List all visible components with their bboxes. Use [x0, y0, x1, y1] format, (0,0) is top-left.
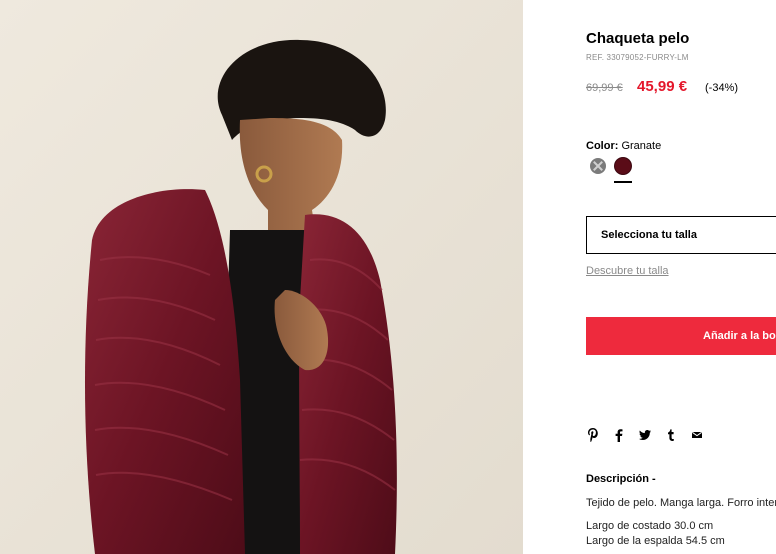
sale-price: 45,99 € [637, 78, 688, 95]
email-icon[interactable] [690, 427, 704, 443]
discount-badge: (-34%) [705, 82, 739, 94]
twitter-icon[interactable] [638, 427, 652, 443]
facebook-icon[interactable] [612, 427, 626, 443]
color-swatch-grey[interactable] [590, 158, 606, 174]
color-label: Color: Granate [586, 140, 661, 152]
description-back-length: Largo de la espalda 54.5 cm [586, 535, 725, 547]
add-to-bag-button[interactable]: Añadir a la bolsa [586, 317, 776, 355]
size-guide-link[interactable]: Descubre tu talla [586, 265, 669, 277]
product-title: Chaqueta pelo [586, 30, 690, 47]
description-title[interactable]: Descripción - [586, 473, 656, 485]
product-image [0, 0, 523, 554]
color-swatch-granate[interactable] [615, 158, 631, 174]
description-side-length: Largo de costado 30.0 cm [586, 520, 714, 532]
product-reference: REF. 33079052-FURRY-LM [586, 53, 689, 62]
color-selected-value: Granate [621, 140, 662, 152]
color-label-key: Color: [586, 140, 619, 152]
product-photo[interactable] [0, 0, 523, 554]
description-text: Tejido de pelo. Manga larga. Forro inter… [586, 497, 776, 509]
pinterest-icon[interactable] [586, 427, 600, 443]
product-info-panel: Chaqueta pelo REF. 33079052-FURRY-LM 69,… [586, 0, 776, 554]
selected-swatch-indicator [614, 181, 632, 183]
tumblr-icon[interactable] [664, 427, 678, 443]
old-price: 69,99 € [586, 82, 623, 94]
size-select-button[interactable]: Selecciona tu talla [586, 216, 776, 254]
